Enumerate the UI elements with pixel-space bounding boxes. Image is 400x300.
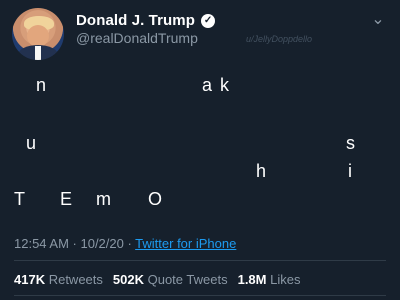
tweet-stats: 417K Retweets 502K Quote Tweets 1.8M Lik…	[14, 272, 300, 287]
tweet-text: n a k u s h i T E m O	[0, 68, 400, 218]
tweet-card: Donald J. Trump ✓ @realDonaldTrump u/Jel…	[0, 0, 400, 300]
avatar-shirt	[35, 46, 41, 60]
likes-stat[interactable]: 1.8M Likes	[238, 272, 301, 287]
timestamp[interactable]: 12:54 AM · 10/2/20 ·	[14, 236, 135, 251]
divider	[14, 295, 386, 296]
retweets-label: Retweets	[48, 272, 103, 287]
tweet-char: u	[26, 133, 37, 153]
retweets-stat[interactable]: 417K Retweets	[14, 272, 103, 287]
tweet-char: m	[96, 189, 111, 209]
tweet-meta: 12:54 AM · 10/2/20 · Twitter for iPhone	[14, 236, 236, 251]
verified-badge-icon: ✓	[201, 13, 216, 28]
divider	[14, 260, 386, 261]
tweet-char: a	[202, 75, 213, 95]
quote-tweets-count: 502K	[112, 272, 144, 287]
likes-label: Likes	[270, 272, 301, 287]
tweet-char: E	[60, 189, 73, 209]
tweet-char: s	[346, 133, 355, 153]
likes-count: 1.8M	[237, 272, 267, 287]
chevron-down-icon[interactable]: ⌄	[370, 12, 386, 28]
tweet-char: n	[36, 75, 47, 95]
author-handle[interactable]: @realDonaldTrump	[76, 30, 198, 46]
tweet-char: i	[348, 161, 352, 181]
retweets-count: 417K	[14, 272, 46, 287]
tweet-char: T	[14, 189, 25, 209]
source-link[interactable]: Twitter for iPhone	[135, 236, 236, 251]
watermark: u/JellyDoppdello	[246, 34, 313, 44]
tweet-char: h	[256, 161, 267, 181]
tweet-char: k	[220, 75, 229, 95]
author-row: Donald J. Trump ✓	[76, 12, 216, 29]
avatar[interactable]	[12, 8, 64, 60]
quote-tweets-stat[interactable]: 502K Quote Tweets	[113, 272, 228, 287]
author-name[interactable]: Donald J. Trump	[76, 12, 195, 29]
tweet-char: O	[148, 189, 163, 209]
avatar-face	[27, 25, 49, 47]
quote-tweets-label: Quote Tweets	[147, 272, 228, 287]
